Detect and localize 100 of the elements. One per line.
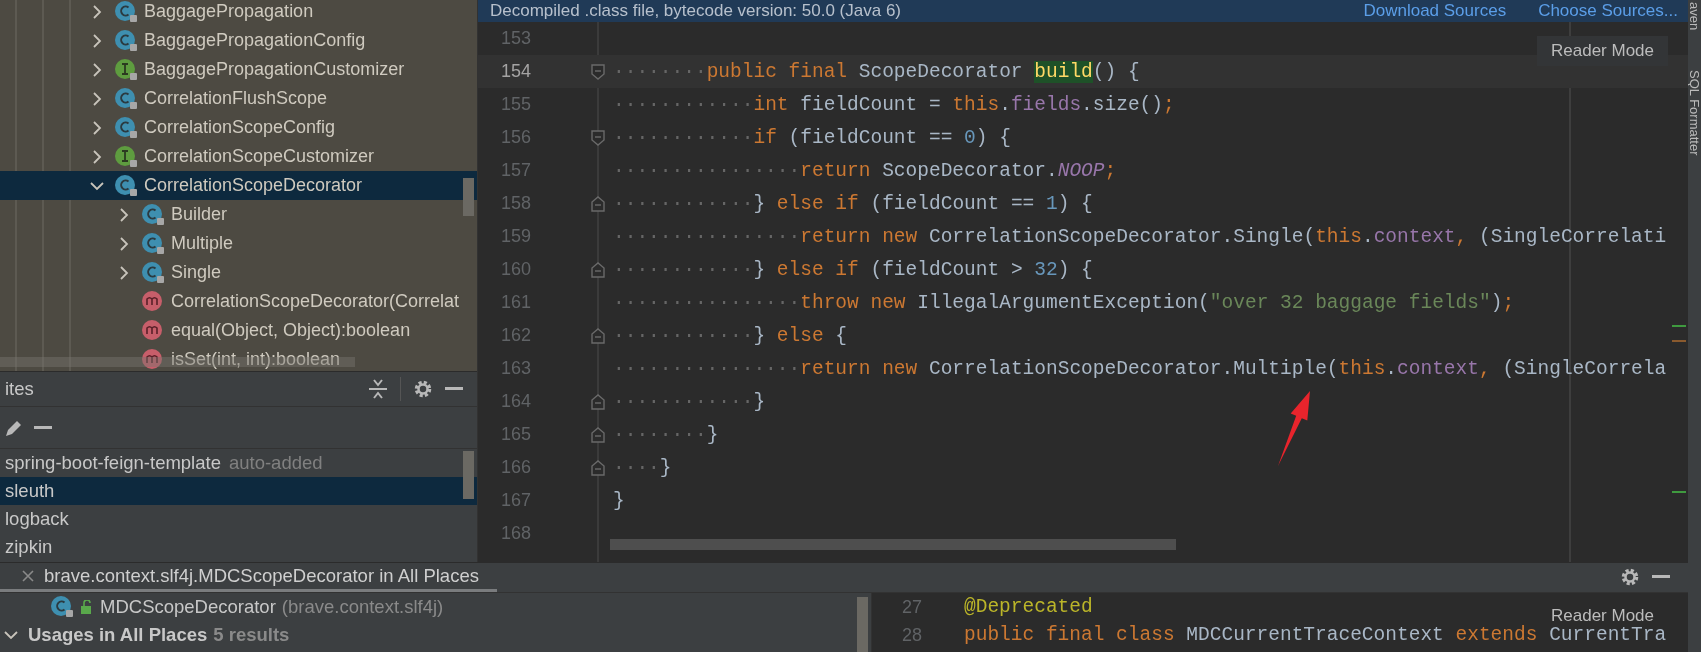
class-icon xyxy=(141,260,165,285)
line-number: 27 xyxy=(900,596,922,618)
tree-item[interactable]: CorrelationScopeDecorator xyxy=(0,171,477,200)
scrollbar-thumb[interactable] xyxy=(463,178,474,216)
line-number: 165 xyxy=(499,424,532,445)
fold-marker-icon[interactable] xyxy=(591,327,605,344)
minimize-icon xyxy=(34,425,52,430)
favorites-item[interactable]: sleuth xyxy=(0,477,477,505)
whitespace-dots: ············ xyxy=(613,93,754,116)
error-stripe-mark xyxy=(1672,325,1686,327)
line-number: 156 xyxy=(499,127,532,148)
favorites-item[interactable]: spring-boot-feign-template auto-added xyxy=(0,449,477,477)
code-line: } else if (fieldCount > 32) { xyxy=(753,258,1093,281)
settings-icon xyxy=(1620,567,1640,587)
fold-marker-icon[interactable] xyxy=(591,459,605,476)
fold-marker-icon[interactable] xyxy=(591,261,605,278)
line-number: 158 xyxy=(499,193,532,214)
tree-item[interactable]: equal(Object, Object):boolean xyxy=(0,316,477,345)
whitespace-dots: ············ xyxy=(613,390,754,413)
line-number: 155 xyxy=(499,94,532,115)
scrollbar-thumb[interactable] xyxy=(610,539,1176,550)
code-line: return new CorrelationScopeDecorator.Single(this.context, (SingleCorrelati xyxy=(800,225,1667,248)
whitespace-dots: ···· xyxy=(613,456,660,479)
whitespace-dots: ············ xyxy=(613,192,754,215)
fold-marker-icon[interactable] xyxy=(591,63,605,80)
find-tab[interactable]: brave.context.slf4j.MDCScopeDecorator in All Places xyxy=(0,563,497,592)
class-icon xyxy=(114,28,138,53)
scrollbar-thumb[interactable] xyxy=(463,451,474,499)
line-number: 153 xyxy=(499,28,532,49)
item-note: auto-added xyxy=(228,452,323,474)
whitespace-dots: ············ xyxy=(613,258,754,281)
tree-item[interactable]: Builder xyxy=(0,200,477,229)
code-line: } else { xyxy=(753,324,848,347)
whitespace-dots: ················ xyxy=(613,357,801,380)
chevron-icon[interactable] xyxy=(91,120,103,135)
line-number: 159 xyxy=(499,226,532,247)
minimize-icon xyxy=(445,387,463,391)
banner-link[interactable]: Download Sources xyxy=(1363,1,1507,21)
reader-mode-button[interactable]: Reader Mode xyxy=(1537,36,1668,66)
fold-marker-icon[interactable] xyxy=(591,426,605,443)
favorites-item[interactable]: logback xyxy=(0,505,477,533)
whitespace-dots: ············ xyxy=(613,126,754,149)
panel-title: ites xyxy=(5,378,35,400)
line-number: 28 xyxy=(900,624,922,646)
class-icon xyxy=(114,86,138,111)
pencil-icon xyxy=(6,418,22,437)
line-number: 161 xyxy=(499,292,532,313)
code-line: return ScopeDecorator.NOOP; xyxy=(800,159,1117,182)
usage-group[interactable]: Usages in All Places 5 results xyxy=(0,621,871,649)
tree-item[interactable]: BaggagePropagation xyxy=(0,0,477,26)
whitespace-dots: ················ xyxy=(613,159,801,182)
chevron-icon[interactable] xyxy=(91,62,103,77)
fold-marker-icon[interactable] xyxy=(591,195,605,212)
line-number: 154 xyxy=(499,61,532,82)
whitespace-dots: ················ xyxy=(613,225,801,248)
code-line: public final class MDCCurrentTraceContext extends CurrentTra xyxy=(964,624,1667,646)
banner-text: Decompiled .class file, bytecode version: 50.0 (Java 6) xyxy=(490,1,903,21)
tree-item[interactable]: CorrelationScopeConfig xyxy=(0,113,477,142)
fold-marker-icon[interactable] xyxy=(591,129,605,146)
class-icon xyxy=(50,595,74,619)
code-line: int fieldCount = this.fields.size(); xyxy=(753,93,1175,116)
code-line: return new CorrelationScopeDecorator.Multiple(this.context, (SingleCorrela xyxy=(800,357,1667,380)
banner-link[interactable]: Choose Sources... xyxy=(1538,1,1678,21)
chevron-icon[interactable] xyxy=(91,91,103,106)
usage-target[interactable]: MDCScopeDecorator (brave.context.slf4j) xyxy=(0,593,871,621)
chevron-icon[interactable] xyxy=(118,207,130,222)
chevron-icon[interactable] xyxy=(118,236,130,251)
chevron-icon[interactable] xyxy=(118,265,130,280)
chevron-icon[interactable] xyxy=(91,149,103,164)
tree-item[interactable]: Single xyxy=(0,258,477,287)
collapse-icon xyxy=(368,378,388,400)
line-number: 163 xyxy=(499,358,532,379)
tree-item[interactable]: Multiple xyxy=(0,229,477,258)
tree-item[interactable]: BaggagePropagationCustomizer xyxy=(0,55,477,84)
chevron-icon[interactable] xyxy=(90,179,104,192)
tree-item[interactable]: BaggagePropagationConfig xyxy=(0,26,477,55)
code-line: } xyxy=(706,423,719,446)
method-icon xyxy=(141,289,165,314)
fold-marker-icon[interactable] xyxy=(591,393,605,410)
scrollbar-thumb[interactable] xyxy=(857,597,868,652)
close-icon[interactable] xyxy=(22,570,34,582)
code-line: } xyxy=(659,456,672,479)
code-line: if (fieldCount == 0) { xyxy=(753,126,1011,149)
favorites-item[interactable]: zipkin xyxy=(0,533,477,561)
unlocked-icon xyxy=(80,600,94,614)
class-icon xyxy=(141,231,165,256)
chevron-icon[interactable] xyxy=(91,4,103,19)
line-number: 167 xyxy=(499,490,532,511)
code-line: } xyxy=(613,489,625,512)
tool-window-tab[interactable]: aven xyxy=(1688,2,1701,31)
chevron-icon[interactable] xyxy=(4,629,18,641)
tree-item[interactable]: CorrelationFlushScope xyxy=(0,84,477,113)
chevron-icon[interactable] xyxy=(91,33,103,48)
code-line: throw new IllegalArgumentException("over 32 baggage fields"); xyxy=(800,291,1515,314)
whitespace-dots: ············ xyxy=(613,324,754,347)
interface-icon xyxy=(114,144,138,169)
class-icon xyxy=(114,0,138,24)
tree-item[interactable]: CorrelationScopeCustomizer xyxy=(0,142,477,171)
code-line: } else if (fieldCount == 1) { xyxy=(753,192,1093,215)
tree-item[interactable]: CorrelationScopeDecorator(Correlat xyxy=(0,287,477,316)
